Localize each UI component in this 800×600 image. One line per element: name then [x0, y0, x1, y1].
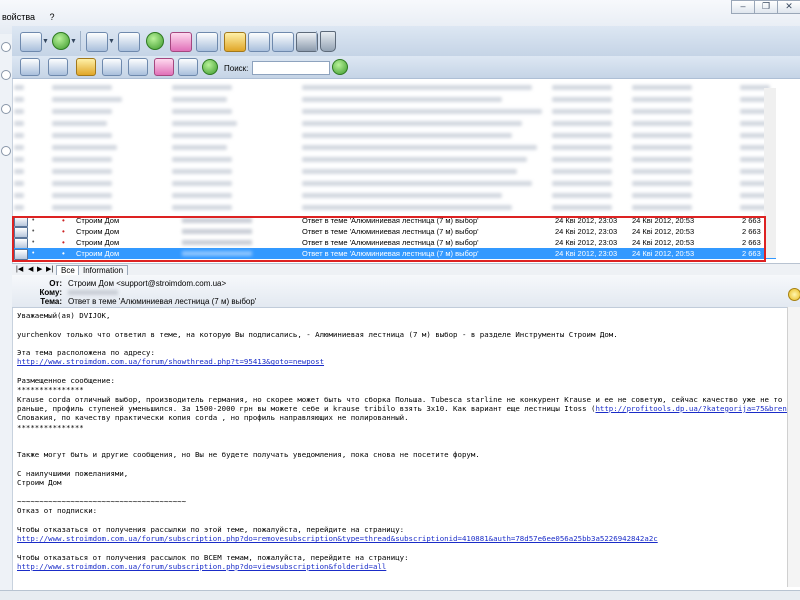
minimize-button[interactable]: –: [731, 0, 755, 14]
subject-label: Тема:: [40, 297, 62, 306]
mark-read-icon[interactable]: [102, 58, 122, 76]
prev-icon[interactable]: ◀: [28, 265, 33, 273]
print-icon[interactable]: [296, 32, 318, 52]
regards: С наилучшими пожеланиями,: [17, 469, 129, 479]
search-input[interactable]: [252, 61, 330, 75]
restore-button[interactable]: ❐: [754, 0, 778, 14]
main-toolbar: ▼ ▼ ▼: [12, 26, 800, 57]
address-label: Эта тема расположена по адресу:: [17, 348, 155, 358]
view-icon[interactable]: [178, 58, 198, 76]
greeting: Уважаемый(ая) DVIJOK,: [17, 311, 111, 320]
go-back-icon[interactable]: [202, 59, 218, 75]
send-receive-icon[interactable]: [52, 32, 70, 50]
from-value: Строим Дом <support@stroimdom.com.ua>: [68, 279, 227, 288]
from-label: От:: [49, 279, 62, 288]
last-icon[interactable]: ▶|: [46, 265, 53, 273]
trash-icon[interactable]: [320, 31, 336, 52]
folder-icon[interactable]: [20, 58, 40, 76]
priority-icon[interactable]: [154, 58, 174, 76]
itoss-link[interactable]: http://profitools.dp.ua/?kategorija=75&b…: [595, 404, 800, 413]
body-scrollbar[interactable]: [787, 307, 800, 587]
highlight-box: [12, 216, 766, 262]
posted-label: Размещенное сообщение:: [17, 376, 115, 386]
copy-icon[interactable]: [48, 58, 68, 76]
menu-item-properties[interactable]: войства: [2, 12, 35, 22]
to-label: Кому:: [39, 288, 62, 297]
forward-icon[interactable]: [170, 32, 192, 52]
message-header: От: Строим Дом <support@stroimdom.com.ua…: [12, 275, 800, 308]
radio-icon[interactable]: [1, 42, 11, 52]
receive-mail-icon[interactable]: [20, 32, 42, 52]
radio-icon[interactable]: [1, 70, 11, 80]
search-go-icon[interactable]: [332, 59, 348, 75]
subject-value: Ответ в теме 'Алюминиевая лестница (7 м)…: [68, 297, 257, 306]
unsubscribe-thread-link[interactable]: http://www.stroimdom.com.ua/forum/subscr…: [17, 534, 658, 543]
redirect-icon[interactable]: [196, 32, 218, 52]
unsubscribe-all-link[interactable]: http://www.stroimdom.com.ua/forum/subscr…: [17, 562, 386, 571]
first-icon[interactable]: |◀: [16, 265, 23, 273]
menu-item-help[interactable]: ?: [50, 12, 55, 22]
radio-icon[interactable]: [1, 146, 11, 156]
radio-icon[interactable]: [1, 104, 11, 114]
other-messages-note: Также могут быть и другие сообщения, но …: [17, 450, 480, 460]
address-book-icon[interactable]: [224, 32, 246, 52]
message-body: Уважаемый(ая) DVIJOK, yurchenkov только …: [17, 311, 800, 587]
thread-link[interactable]: http://www.stroimdom.com.ua/forum/showth…: [17, 357, 324, 366]
close-button[interactable]: ✕: [777, 0, 800, 14]
post-text: Krause corda отличный выбор, производите…: [17, 394, 800, 404]
attachment-icon[interactable]: [128, 58, 148, 76]
info-icon[interactable]: [788, 288, 800, 301]
reply-all-icon[interactable]: [146, 32, 164, 50]
flag-icon[interactable]: [76, 58, 96, 76]
signature: Строим Дом: [17, 478, 62, 488]
intro-text: yurchenkov только что ответил в теме, на…: [17, 329, 618, 339]
filter-icon[interactable]: [248, 32, 270, 52]
new-message-icon[interactable]: [86, 32, 108, 52]
move-message-icon[interactable]: [272, 32, 294, 52]
reply-icon[interactable]: [118, 32, 140, 52]
search-label: Поиск:: [224, 64, 249, 73]
to-value: [68, 290, 118, 295]
next-icon[interactable]: ▶: [37, 265, 42, 273]
menu-bar: войства ?: [0, 12, 800, 26]
secondary-toolbar: [12, 56, 800, 79]
unsubscribe-title: Отказ от подписки:: [17, 506, 98, 516]
